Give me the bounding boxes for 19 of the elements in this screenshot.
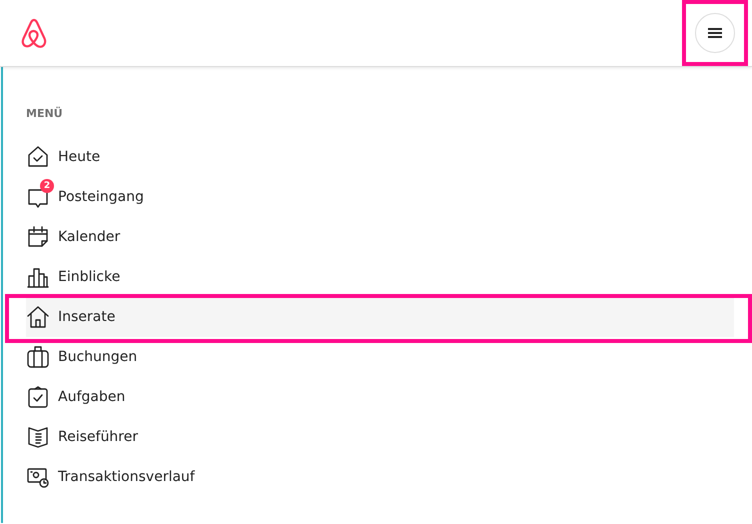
calendar-icon <box>26 225 50 249</box>
menu-item[interactable]: Heute <box>26 137 734 177</box>
suitcase-icon <box>26 345 50 369</box>
menu-item[interactable]: Transaktionsverlauf <box>26 457 734 497</box>
unread-count-badge: 2 <box>40 179 54 193</box>
home-icon <box>26 305 50 329</box>
menu-item[interactable]: Kalender <box>26 217 734 257</box>
book-icon <box>26 425 50 449</box>
clipboard-check-icon <box>26 385 50 409</box>
house-check-icon <box>26 145 50 169</box>
menu-button[interactable] <box>695 13 735 53</box>
menu-item[interactable]: 2 Posteingang <box>26 177 734 217</box>
menu-item[interactable]: Einblicke <box>26 257 734 297</box>
menu-item[interactable]: Buchungen <box>26 337 734 377</box>
menu-item[interactable]: Inserate <box>26 297 734 337</box>
menu-item[interactable]: Reiseführer <box>26 417 734 457</box>
menu-item[interactable]: Aufgaben <box>26 377 734 417</box>
menu-heading: MENÜ <box>26 107 64 120</box>
menu-icon <box>707 27 723 39</box>
